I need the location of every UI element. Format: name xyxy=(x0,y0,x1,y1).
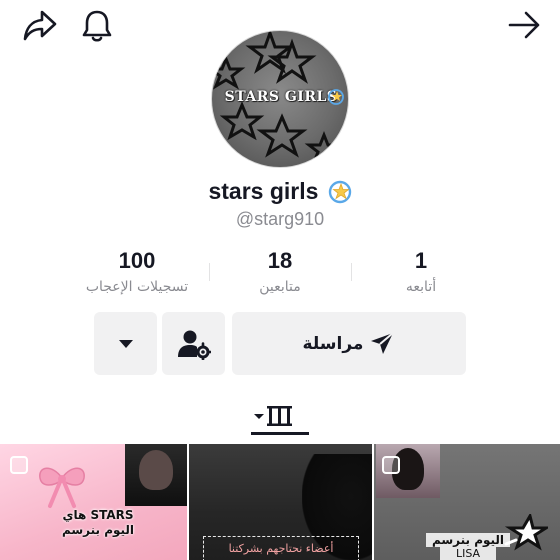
followers-count: 18 xyxy=(267,248,293,273)
grid-bars-icon[interactable] xyxy=(254,404,300,428)
video-caption-sub: LISA xyxy=(440,547,496,560)
tab-underline xyxy=(251,432,309,435)
tab-bar xyxy=(0,392,560,444)
display-name: stars girls xyxy=(208,178,319,204)
display-name-row: stars girls xyxy=(0,178,560,210)
caption-line: هاي STARS xyxy=(62,508,134,522)
video-grid: هاي STARS اليوم بنرسم أعضاء نحتاجهم بشرك… xyxy=(0,444,560,560)
followers-label: متابعين xyxy=(259,279,301,295)
send-plane-icon xyxy=(371,331,395,354)
video-thumbnail-photo xyxy=(125,444,187,506)
caret-down-icon xyxy=(118,339,133,348)
message-label: مراسلة xyxy=(302,333,364,354)
username: @starg910 xyxy=(235,209,325,229)
user-gear-icon xyxy=(177,330,211,360)
avatar[interactable]: STARS GIRLS xyxy=(211,30,349,168)
dizzy-star-emoji xyxy=(328,89,344,105)
caption-line: اليوم بنرسم xyxy=(61,523,135,537)
stat-followers[interactable]: 18 متابعين xyxy=(205,247,355,297)
friends-settings-button[interactable] xyxy=(162,312,225,375)
photo-figure xyxy=(139,450,173,490)
caption-box: أعضاء نحتاجهم بشركتنا xyxy=(203,536,359,560)
stat-following[interactable]: 1 أتابعه xyxy=(346,247,496,297)
bow-icon xyxy=(39,467,85,508)
dropdown-button[interactable] xyxy=(94,312,157,375)
video-tile[interactable]: اليوم بنرسم LISA xyxy=(374,444,560,560)
following-label: أتابعه xyxy=(405,279,437,295)
stat-likes: 100 تسجيلات الإعجاب xyxy=(62,247,212,297)
likes-label: تسجيلات الإعجاب xyxy=(85,279,189,295)
video-caption: اليوم بنرسم xyxy=(426,533,510,547)
star-outline-icon xyxy=(504,514,548,551)
video-caption: أعضاء نحتاجهم بشركتنا xyxy=(228,542,334,555)
following-count: 1 xyxy=(414,248,428,273)
bell-icon[interactable] xyxy=(80,8,114,44)
message-button[interactable]: مراسلة xyxy=(232,312,466,375)
select-checkbox[interactable] xyxy=(382,456,400,474)
video-caption: هاي STARS اليوم بنرسم xyxy=(58,508,138,538)
dizzy-star-emoji xyxy=(328,180,351,203)
likes-count: 100 xyxy=(118,248,156,273)
select-checkbox[interactable] xyxy=(10,456,28,474)
video-tile[interactable]: أعضاء نحتاجهم بشركتنا xyxy=(189,444,372,560)
arrow-right-icon[interactable] xyxy=(506,9,542,41)
share-icon[interactable] xyxy=(22,8,58,42)
video-tile[interactable]: هاي STARS اليوم بنرسم xyxy=(0,444,187,560)
